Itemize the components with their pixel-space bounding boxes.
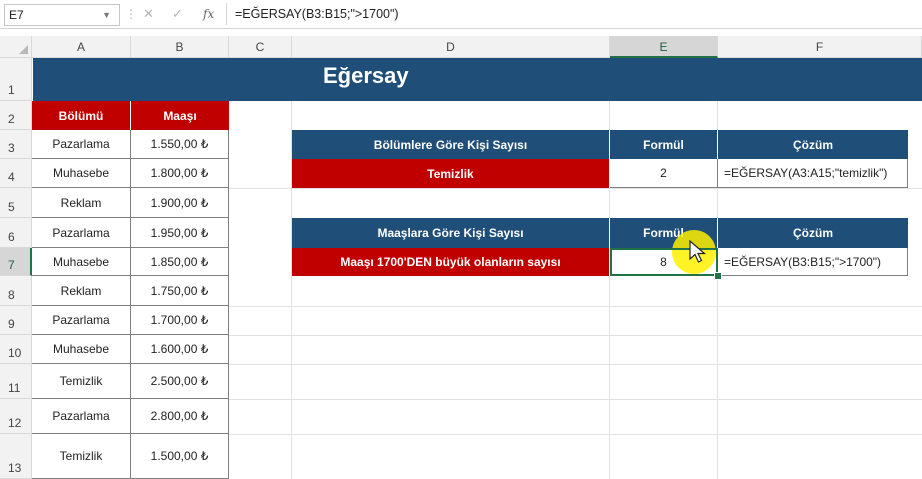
mouse-cursor-icon — [689, 240, 707, 263]
row-header-13[interactable]: 13 — [0, 434, 32, 479]
sheet-title: Eğersay — [323, 63, 409, 88]
department-cell[interactable]: Pazarlama — [32, 399, 131, 434]
salary-cell[interactable]: 1.800,00 ₺ — [131, 159, 229, 188]
row-header-8[interactable]: 8 — [0, 276, 32, 306]
divider — [226, 3, 227, 25]
column-header-f[interactable]: F — [718, 36, 922, 58]
column-header-a[interactable]: A — [32, 36, 131, 58]
table2-label-cell[interactable]: Maaşı 1700'DEN büyük olanların sayısı — [292, 248, 610, 276]
table1-header-formula[interactable]: Formül — [610, 130, 718, 159]
row-header-11[interactable]: 11 — [0, 364, 32, 399]
salary-cell[interactable]: 1.900,00 ₺ — [131, 188, 229, 218]
salary-cell[interactable]: 2.500,00 ₺ — [131, 364, 229, 399]
table1-solution-cell[interactable]: =EĞERSAY(A3:A15;"temizlik") — [718, 159, 908, 188]
row-header-5[interactable]: 5 — [0, 188, 32, 218]
chevron-down-icon[interactable]: ▼ — [102, 5, 111, 25]
gridline — [229, 399, 922, 400]
header-department[interactable]: Bölümü — [32, 101, 131, 130]
salary-cell[interactable]: 1.600,00 ₺ — [131, 335, 229, 364]
row-header-10[interactable]: 10 — [0, 335, 32, 364]
row-header-2[interactable]: 2 — [0, 101, 32, 130]
department-cell[interactable]: Muhasebe — [32, 335, 131, 364]
name-box-value: E7 — [9, 8, 24, 22]
row-header-7[interactable]: 7 — [0, 248, 32, 276]
department-cell[interactable]: Reklam — [32, 188, 131, 218]
salary-cell[interactable]: 1.850,00 ₺ — [131, 248, 229, 276]
table2-header-solution[interactable]: Çözüm — [718, 218, 908, 248]
drag-handle-icon[interactable]: ⋮ — [125, 6, 137, 22]
gridline — [229, 434, 922, 435]
cancel-icon[interactable]: ✕ — [143, 4, 154, 24]
select-all-button[interactable] — [0, 36, 32, 58]
salary-cell[interactable]: 1.500,00 ₺ — [131, 434, 229, 479]
column-header-d[interactable]: D — [292, 36, 610, 58]
salary-cell[interactable]: 1.700,00 ₺ — [131, 306, 229, 335]
gridline — [229, 306, 922, 307]
table1-header-label[interactable]: Bölümlere Göre Kişi Sayısı — [292, 130, 610, 159]
salary-cell[interactable]: 1.950,00 ₺ — [131, 218, 229, 248]
department-cell[interactable]: Muhasebe — [32, 248, 131, 276]
row-header-3[interactable]: 3 — [0, 130, 32, 159]
column-header-b[interactable]: B — [131, 36, 229, 58]
header-salary[interactable]: Maaşı — [131, 101, 229, 130]
column-header-c[interactable]: C — [229, 36, 292, 58]
department-cell[interactable]: Pazarlama — [32, 218, 131, 248]
table1-header-solution[interactable]: Çözüm — [718, 130, 908, 159]
gridline — [229, 188, 922, 189]
column-header-e[interactable]: E — [610, 36, 718, 58]
table2-solution-cell[interactable]: =EĞERSAY(B3:B15;">1700") — [718, 248, 908, 276]
title-banner[interactable] — [33, 58, 922, 101]
formula-input[interactable]: =EĞERSAY(B3:B15;">1700") — [235, 4, 399, 24]
row-header-9[interactable]: 9 — [0, 306, 32, 335]
gridline — [229, 335, 922, 336]
table2-header-label[interactable]: Maaşlara Göre Kişi Sayısı — [292, 218, 610, 248]
row-header-6[interactable]: 6 — [0, 218, 32, 248]
row-header-4[interactable]: 4 — [0, 159, 32, 188]
department-cell[interactable]: Pazarlama — [32, 306, 131, 335]
department-cell[interactable]: Temizlik — [32, 434, 131, 479]
fill-handle[interactable] — [714, 272, 722, 280]
formula-bar: E7 ▼ ⋮ ✕ ✓ fx =EĞERSAY(B3:B15;">1700") — [0, 0, 922, 29]
table1-value-cell[interactable]: 2 — [610, 159, 718, 188]
table1-label-cell[interactable]: Temizlik — [292, 159, 610, 188]
row-header-1[interactable]: 1 — [0, 58, 32, 101]
gridline — [229, 364, 922, 365]
department-cell[interactable]: Reklam — [32, 276, 131, 306]
enter-icon[interactable]: ✓ — [172, 4, 183, 24]
department-cell[interactable]: Temizlik — [32, 364, 131, 399]
salary-cell[interactable]: 1.750,00 ₺ — [131, 276, 229, 306]
name-box[interactable]: E7 ▼ — [4, 4, 120, 26]
salary-cell[interactable]: 2.800,00 ₺ — [131, 399, 229, 434]
row-header-12[interactable]: 12 — [0, 399, 32, 434]
department-cell[interactable]: Muhasebe — [32, 159, 131, 188]
insert-function-icon[interactable]: fx — [203, 4, 214, 24]
department-cell[interactable]: Pazarlama — [32, 130, 131, 159]
salary-cell[interactable]: 1.550,00 ₺ — [131, 130, 229, 159]
